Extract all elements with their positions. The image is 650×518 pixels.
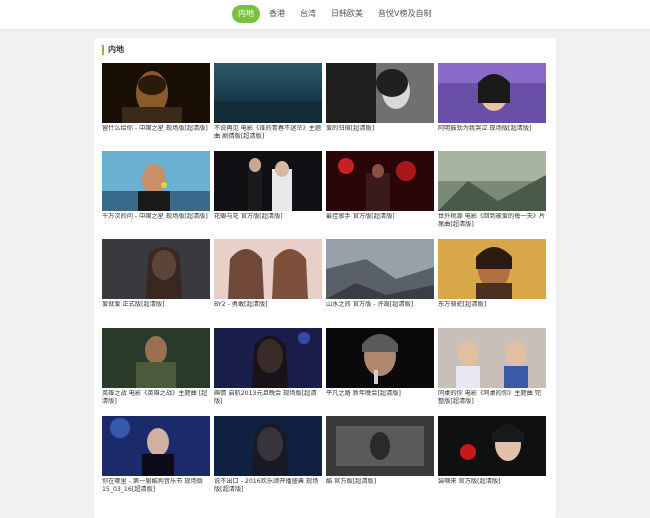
- video-card[interactable]: 说不出口 - 2016欢乐颂开播盛典 现场版[超清版]: [214, 416, 322, 494]
- section-title: 内地: [102, 45, 124, 55]
- video-card[interactable]: 不说再见 电影《谁的青春不迷茫》主题曲 剧情版[超清版]: [214, 63, 322, 141]
- video-thumbnail[interactable]: [438, 239, 546, 299]
- video-card[interactable]: 花瓣与花 官方版[超清版]: [214, 151, 322, 221]
- video-title[interactable]: 阿明鼓劲为我哭泣 现场版[超清版]: [438, 125, 546, 133]
- video-title[interactable]: 留什么给你 - 中国之星 现场版[超清版]: [102, 125, 210, 133]
- video-title[interactable]: 说不出口 - 2016欢乐颂开播盛典 现场版[超清版]: [214, 478, 322, 494]
- video-card[interactable]: 爱的归宿[超清版]: [326, 63, 434, 133]
- video-title[interactable]: 酷 官方版[超清版]: [326, 478, 434, 486]
- tab-mainland[interactable]: 内地: [232, 5, 260, 23]
- video-title[interactable]: BY2 - 勇敢[超清版]: [214, 301, 322, 309]
- video-card[interactable]: 装嘀来 官方版[超清版]: [438, 416, 546, 486]
- video-card[interactable]: 爱就爱 正式版[超清版]: [102, 239, 210, 309]
- video-title[interactable]: 装嘀来 官方版[超清版]: [438, 478, 546, 486]
- video-card[interactable]: BY2 - 勇敢[超清版]: [214, 239, 322, 309]
- video-title[interactable]: 画情 启航2013元旦晚会 现场版[超清版]: [214, 390, 322, 406]
- video-thumbnail[interactable]: [438, 416, 546, 476]
- video-thumbnail[interactable]: [102, 328, 210, 388]
- video-title[interactable]: 同桌的你 电影《同桌的你》主题曲 完整版[超清版]: [438, 390, 546, 406]
- video-title[interactable]: 山水之间 官方版 - 许嵩[超清版]: [326, 301, 434, 309]
- video-card[interactable]: 山水之间 官方版 - 许嵩[超清版]: [326, 239, 434, 309]
- top-navigation-bar: 内地 香港 台湾 日韩欧美 音悦V榜及自制: [0, 0, 650, 30]
- video-card[interactable]: 画情 启航2013元旦晚会 现场版[超清版]: [214, 328, 322, 406]
- video-panel: 内地 留什么给你 - 中国之星 现场版[超清版] 不说再见 电影《谁的青春不迷茫…: [94, 38, 556, 518]
- video-card[interactable]: 最佳歌手 官方版[超清版]: [326, 151, 434, 221]
- video-title[interactable]: 平凡之路 新年晚会[超清版]: [326, 390, 434, 398]
- video-thumbnail[interactable]: [102, 151, 210, 211]
- video-thumbnail[interactable]: [438, 328, 546, 388]
- video-card[interactable]: 阿明鼓劲为我哭泣 现场版[超清版]: [438, 63, 546, 133]
- video-card[interactable]: 酷 官方版[超清版]: [326, 416, 434, 486]
- video-title[interactable]: 爱就爱 正式版[超清版]: [102, 301, 210, 309]
- tab-jpkr-western[interactable]: 日韩欧美: [325, 5, 369, 23]
- video-title[interactable]: 世外桃源 电影《回到被爱的每一天》片尾曲[超清版]: [438, 213, 546, 229]
- video-title[interactable]: 花瓣与花 官方版[超清版]: [214, 213, 322, 221]
- region-tabs: 内地 香港 台湾 日韩欧美 音悦V榜及自制: [232, 5, 440, 23]
- video-card[interactable]: 你在哪里 - 第一届酷狗音乐节 现场版 15_03_16[超清版]: [102, 416, 210, 494]
- video-thumbnail[interactable]: [214, 328, 322, 388]
- video-thumbnail[interactable]: [326, 239, 434, 299]
- video-title[interactable]: 你在哪里 - 第一届酷狗音乐节 现场版 15_03_16[超清版]: [102, 478, 210, 494]
- video-card[interactable]: 同桌的你 电影《同桌的你》主题曲 完整版[超清版]: [438, 328, 546, 406]
- video-title[interactable]: 千万次的问 - 中国之星 现场版[超清版]: [102, 213, 210, 221]
- video-thumbnail[interactable]: [214, 63, 322, 123]
- video-thumbnail[interactable]: [102, 239, 210, 299]
- video-thumbnail[interactable]: [438, 151, 546, 211]
- tab-vchart-original[interactable]: 音悦V榜及自制: [372, 5, 437, 23]
- video-thumbnail[interactable]: [438, 63, 546, 123]
- video-thumbnail[interactable]: [214, 416, 322, 476]
- video-thumbnail[interactable]: [326, 63, 434, 123]
- video-card[interactable]: 英雄之战 电影《英雄之战》主题曲 [超清版]: [102, 328, 210, 406]
- video-title[interactable]: 爱的归宿[超清版]: [326, 125, 434, 133]
- video-thumbnail[interactable]: [102, 63, 210, 123]
- video-thumbnail[interactable]: [214, 151, 322, 211]
- tab-taiwan[interactable]: 台湾: [294, 5, 322, 23]
- video-thumbnail[interactable]: [214, 239, 322, 299]
- video-card[interactable]: 千万次的问 - 中国之星 现场版[超清版]: [102, 151, 210, 221]
- video-thumbnail[interactable]: [102, 416, 210, 476]
- video-thumbnail[interactable]: [326, 328, 434, 388]
- tab-hongkong[interactable]: 香港: [263, 5, 291, 23]
- video-card[interactable]: 留什么给你 - 中国之星 现场版[超清版]: [102, 63, 210, 133]
- video-title[interactable]: 最佳歌手 官方版[超清版]: [326, 213, 434, 221]
- video-card[interactable]: 东方骑驼[超清版]: [438, 239, 546, 309]
- video-title[interactable]: 英雄之战 电影《英雄之战》主题曲 [超清版]: [102, 390, 210, 406]
- video-title[interactable]: 不说再见 电影《谁的青春不迷茫》主题曲 剧情版[超清版]: [214, 125, 322, 141]
- video-card[interactable]: 世外桃源 电影《回到被爱的每一天》片尾曲[超清版]: [438, 151, 546, 229]
- video-title[interactable]: 东方骑驼[超清版]: [438, 301, 546, 309]
- video-thumbnail[interactable]: [326, 416, 434, 476]
- video-thumbnail[interactable]: [326, 151, 434, 211]
- video-card[interactable]: 平凡之路 新年晚会[超清版]: [326, 328, 434, 398]
